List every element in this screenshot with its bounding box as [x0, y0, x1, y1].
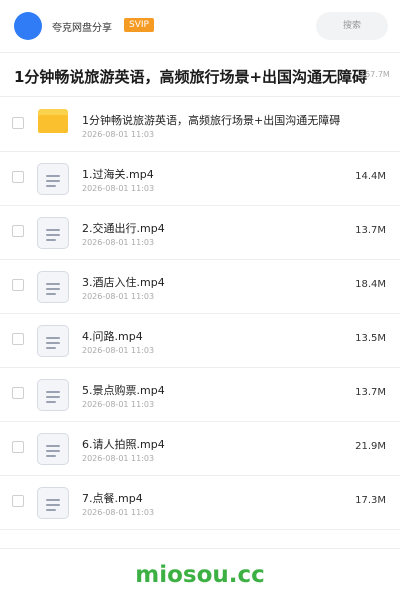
file-row[interactable]: 1.过海关.mp4 2026-08-01 11:03 14.4M — [0, 151, 400, 206]
file-size: 17.3M — [355, 495, 386, 506]
file-date: 2026-08-01 11:03 — [82, 508, 155, 517]
file-size: 21.9M — [355, 441, 386, 452]
file-date: 2026-08-01 11:03 — [82, 292, 155, 301]
row-checkbox[interactable] — [12, 441, 24, 453]
folder-icon — [38, 109, 68, 133]
header-bar: 夸克网盘分享 SVIP 搜索 — [0, 0, 400, 53]
file-size: 18.4M — [355, 279, 386, 290]
user-name: 夸克网盘分享 — [52, 23, 112, 34]
video-file-icon — [37, 163, 69, 195]
file-row[interactable]: 2.交通出行.mp4 2026-08-01 11:03 13.7M — [0, 205, 400, 260]
row-checkbox[interactable] — [12, 333, 24, 345]
file-row[interactable]: 7.点餐.mp4 2026-08-01 11:03 17.3M — [0, 475, 400, 530]
file-size: 13.5M — [355, 333, 386, 344]
file-date: 2026-08-01 11:03 — [82, 454, 155, 463]
row-checkbox[interactable] — [12, 387, 24, 399]
file-date: 2026-08-01 11:03 — [82, 184, 155, 193]
file-name: 3.酒店入住.mp4 — [82, 276, 165, 289]
avatar[interactable] — [14, 12, 42, 40]
total-size: 157.7M — [360, 70, 390, 79]
svip-badge: SVIP — [124, 18, 154, 32]
file-size: 13.7M — [355, 225, 386, 236]
page-title: 1分钟畅说旅游英语，高频旅行场景+出国沟通无障碍 — [14, 68, 368, 86]
file-row[interactable]: 4.问路.mp4 2026-08-01 11:03 13.5M — [0, 313, 400, 368]
file-name: 1.过海关.mp4 — [82, 168, 154, 181]
row-checkbox[interactable] — [12, 279, 24, 291]
row-checkbox[interactable] — [12, 495, 24, 507]
file-date: 2026-08-01 11:03 — [82, 346, 155, 355]
video-file-icon — [37, 487, 69, 519]
video-file-icon — [37, 271, 69, 303]
file-date: 2026-08-01 11:03 — [82, 400, 155, 409]
video-file-icon — [37, 379, 69, 411]
video-file-icon — [37, 433, 69, 465]
search-button[interactable]: 搜索 — [316, 12, 388, 40]
file-size: 14.4M — [355, 171, 386, 182]
file-name: 7.点餐.mp4 — [82, 492, 143, 505]
file-name: 4.问路.mp4 — [82, 330, 143, 343]
video-file-icon — [37, 325, 69, 357]
file-row[interactable]: 3.酒店入住.mp4 2026-08-01 11:03 18.4M — [0, 259, 400, 314]
file-row[interactable]: 5.景点购票.mp4 2026-08-01 11:03 13.7M — [0, 367, 400, 422]
file-date: 2026-08-01 11:03 — [82, 130, 155, 139]
file-name: 2.交通出行.mp4 — [82, 222, 165, 235]
row-checkbox[interactable] — [12, 171, 24, 183]
file-name: 1分钟畅说旅游英语，高频旅行场景+出国沟通无障碍 — [82, 114, 341, 127]
file-size: 13.7M — [355, 387, 386, 398]
file-row[interactable]: 6.请人拍照.mp4 2026-08-01 11:03 21.9M — [0, 421, 400, 476]
file-name: 6.请人拍照.mp4 — [82, 438, 165, 451]
watermark-logo: miosou.cc — [135, 562, 265, 588]
folder-row[interactable]: 1分钟畅说旅游英语，高频旅行场景+出国沟通无障碍 2026-08-01 11:03 — [0, 97, 400, 152]
divider — [0, 548, 400, 549]
row-checkbox[interactable] — [12, 225, 24, 237]
share-title-bar: 1分钟畅说旅游英语，高频旅行场景+出国沟通无障碍 157.7M — [0, 52, 400, 97]
file-date: 2026-08-01 11:03 — [82, 238, 155, 247]
file-name: 5.景点购票.mp4 — [82, 384, 165, 397]
row-checkbox[interactable] — [12, 117, 24, 129]
video-file-icon — [37, 217, 69, 249]
